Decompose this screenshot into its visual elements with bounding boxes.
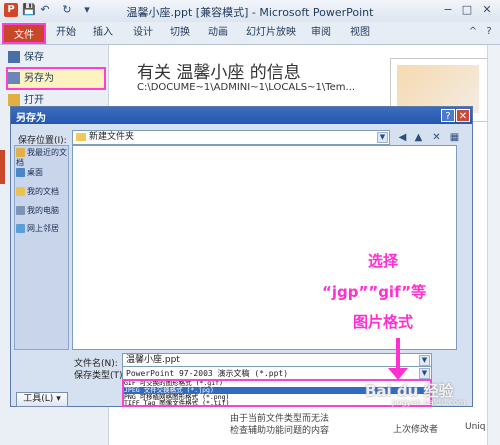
watermark-url: jingyan.baidu.com — [392, 398, 466, 407]
help-icon[interactable]: ? — [482, 25, 496, 39]
tab-design[interactable]: 设计 — [133, 24, 153, 42]
annotation-line-2: “jgp””gif”等 — [322, 283, 427, 301]
backstage-save[interactable]: 保存 — [8, 47, 103, 69]
maximize-button[interactable]: □ — [459, 3, 475, 17]
backstage-scrollbar[interactable] — [487, 45, 500, 445]
backstage-saveas-label: 另存为 — [24, 73, 54, 84]
save-in-dropdown-arrow[interactable]: ▼ — [377, 132, 388, 143]
dialog-titlebar[interactable] — [11, 107, 472, 124]
place-desktop-label: 桌面 — [27, 168, 43, 177]
place-desktop[interactable]: 桌面 — [16, 168, 68, 178]
computer-icon — [16, 206, 25, 215]
info-path: C:\DOCUME~1\ADMINI~1\LOCALS~1\Tem... — [137, 82, 356, 93]
place-network[interactable]: 网上邻居 — [16, 224, 68, 234]
dialog-title: 另存为 — [16, 113, 46, 124]
folder-icon — [76, 132, 86, 141]
back-icon[interactable]: ◀ — [396, 131, 409, 144]
up-folder-icon[interactable]: ▲ — [412, 131, 425, 144]
views-icon[interactable]: ▦ — [448, 131, 461, 144]
tab-view[interactable]: 视图 — [350, 24, 370, 42]
filetype-dropdown-arrow[interactable]: ▼ — [419, 368, 430, 379]
place-network-label: 网上邻居 — [27, 224, 59, 233]
tools-button[interactable]: 工具(L) ▾ — [16, 392, 68, 407]
window-title: 温馨小座.ppt [兼容模式] - Microsoft PowerPoint — [126, 6, 374, 19]
save-in-combo[interactable]: 新建文件夹 — [72, 130, 390, 145]
place-my-documents-label: 我的文档 — [27, 187, 59, 196]
tab-transitions[interactable]: 切换 — [170, 24, 190, 42]
collapse-ribbon-icon[interactable]: ^ — [466, 25, 480, 39]
backstage-open-label: 打开 — [24, 95, 44, 106]
place-my-documents[interactable]: 我的文档 — [16, 187, 68, 197]
network-icon — [16, 224, 25, 233]
filename-dropdown-arrow[interactable]: ▼ — [419, 355, 430, 366]
last-modified-user: Uniq — [465, 422, 486, 432]
dialog-help-button[interactable]: ? — [441, 109, 455, 122]
place-my-computer-label: 我的电脑 — [27, 206, 59, 215]
minimize-button[interactable]: − — [440, 3, 456, 17]
tab-insert[interactable]: 插入 — [93, 24, 113, 42]
saveas-icon — [8, 72, 20, 84]
backstage-accent — [0, 150, 5, 184]
my-documents-icon — [16, 187, 25, 196]
tools-label: 工具(L) — [23, 394, 54, 404]
save-in-value: 新建文件夹 — [89, 132, 135, 142]
tab-review[interactable]: 审阅 — [311, 24, 331, 42]
annotation-arrow-head — [388, 368, 408, 380]
last-modified-label: 上次修改者 — [393, 425, 439, 435]
save-icon — [8, 51, 20, 63]
delete-icon[interactable]: ✕ — [430, 131, 443, 144]
place-recent[interactable]: 我最近的文档 — [16, 148, 68, 168]
tab-file[interactable]: 文件 — [2, 23, 46, 44]
desktop-icon — [16, 168, 25, 177]
filetype-label: 保存类型(T): — [74, 371, 126, 381]
tab-home[interactable]: 开始 — [56, 24, 76, 42]
recent-docs-icon — [16, 148, 25, 157]
annotation-line-3: 图片格式 — [353, 313, 414, 331]
close-button[interactable]: ✕ — [479, 3, 495, 17]
tab-slideshow[interactable]: 幻灯片放映 — [246, 24, 296, 42]
info-title: 有关 温馨小座 的信息 — [137, 63, 301, 83]
tab-animations[interactable]: 动画 — [208, 24, 228, 42]
backstage-note-2: 检查辅助功能问题的内容 — [230, 426, 330, 436]
folder-icon — [8, 94, 20, 106]
annotation-arrow-shaft — [396, 338, 400, 370]
backstage-saveas[interactable]: 另存为 — [8, 68, 103, 90]
annotation-line-1: 选择 — [368, 252, 399, 270]
backstage-save-label: 保存 — [24, 52, 44, 63]
place-my-computer[interactable]: 我的电脑 — [16, 206, 68, 216]
dialog-close-button[interactable]: ✕ — [456, 109, 470, 122]
